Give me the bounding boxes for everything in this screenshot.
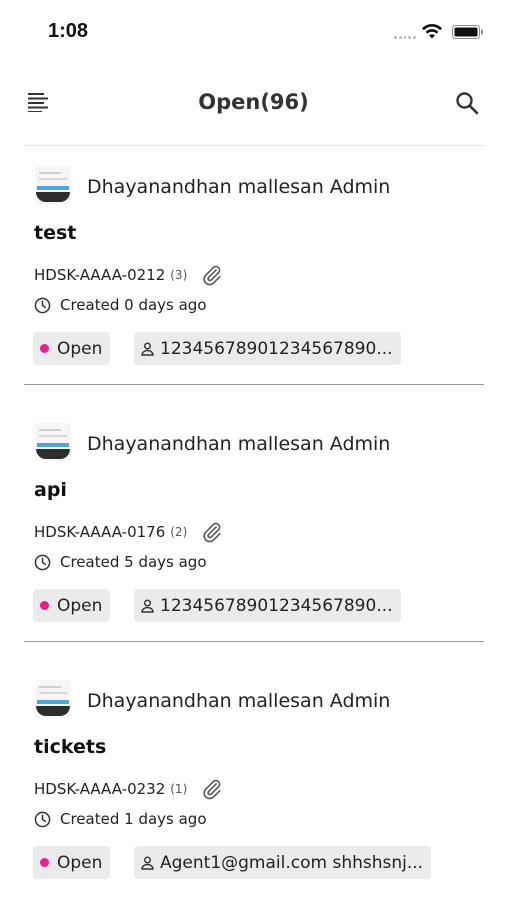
search-icon[interactable] <box>455 91 479 115</box>
assignee-text: 12345678901234567890... <box>160 338 393 359</box>
ticket-card[interactable]: Dhayanandhan mallesan Admin api HDSK-AAA… <box>0 403 507 660</box>
person-icon <box>141 856 154 870</box>
wifi-icon <box>422 23 442 39</box>
ticket-id-row: HDSK-AAAA-0232 (1) <box>34 778 223 800</box>
created-text: Created 5 days ago <box>60 553 207 571</box>
created-row: Created 1 days ago <box>34 810 207 828</box>
created-row: Created 0 days ago <box>34 296 207 314</box>
avatar <box>35 423 71 461</box>
clock-icon <box>34 297 51 313</box>
ticket-id: HDSK-AAAA-0232 <box>34 780 166 798</box>
assignee-chip: 12345678901234567890... <box>134 332 401 365</box>
ticket-subject: tickets <box>34 736 107 758</box>
ticket-subject: test <box>34 222 77 244</box>
created-text: Created 1 days ago <box>60 810 207 828</box>
status-label: Open <box>57 338 103 359</box>
app-header: Open(96) <box>0 72 507 134</box>
ticket-card[interactable]: Dhayanandhan mallesan Admin tickets HDSK… <box>0 660 507 900</box>
created-text: Created 0 days ago <box>60 296 207 314</box>
ticket-list: Dhayanandhan mallesan Admin test HDSK-AA… <box>0 146 507 900</box>
assignee-text: Agent1@gmail.com shhshsnj... <box>160 852 424 873</box>
card-divider <box>24 384 484 385</box>
status-badge: Open <box>33 332 111 365</box>
status-dot <box>40 858 49 867</box>
status-label: Open <box>57 852 103 873</box>
card-divider <box>24 641 484 642</box>
reply-count: (1) <box>170 782 188 796</box>
status-dot <box>40 601 49 610</box>
clock-icon <box>34 554 51 570</box>
clock-icon <box>34 811 51 827</box>
paperclip-icon[interactable] <box>201 521 223 543</box>
person-icon <box>141 342 154 356</box>
created-row: Created 5 days ago <box>34 553 207 571</box>
status-badge: Open <box>33 589 111 622</box>
assignee-chip: Agent1@gmail.com shhshsnj... <box>134 846 432 879</box>
paperclip-icon[interactable] <box>201 778 223 800</box>
reply-count: (3) <box>170 268 188 282</box>
avatar <box>35 166 71 204</box>
battery-icon <box>452 25 483 39</box>
person-icon <box>141 599 154 613</box>
status-time: 1:08 <box>48 20 89 42</box>
assignee-text: 12345678901234567890... <box>160 595 393 616</box>
page-title: Open(96) <box>198 90 309 114</box>
avatar <box>35 680 71 718</box>
author-name: Dhayanandhan mallesan Admin <box>87 690 391 712</box>
ticket-subject: api <box>34 479 67 501</box>
ticket-id: HDSK-AAAA-0176 <box>34 523 166 541</box>
assignee-chip: 12345678901234567890... <box>134 589 401 622</box>
ticket-id: HDSK-AAAA-0212 <box>34 266 166 284</box>
status-dot <box>40 344 49 353</box>
ticket-id-row: HDSK-AAAA-0212 (3) <box>34 264 223 286</box>
signal-dots-icon <box>394 36 416 39</box>
status-badge: Open <box>33 846 111 879</box>
reply-count: (2) <box>170 525 188 539</box>
status-bar: 1:08 <box>0 0 507 64</box>
ticket-card[interactable]: Dhayanandhan mallesan Admin test HDSK-AA… <box>0 146 507 403</box>
author-name: Dhayanandhan mallesan Admin <box>87 176 391 198</box>
ticket-id-row: HDSK-AAAA-0176 (2) <box>34 521 223 543</box>
paperclip-icon[interactable] <box>201 264 223 286</box>
status-label: Open <box>57 595 103 616</box>
author-name: Dhayanandhan mallesan Admin <box>87 433 391 455</box>
